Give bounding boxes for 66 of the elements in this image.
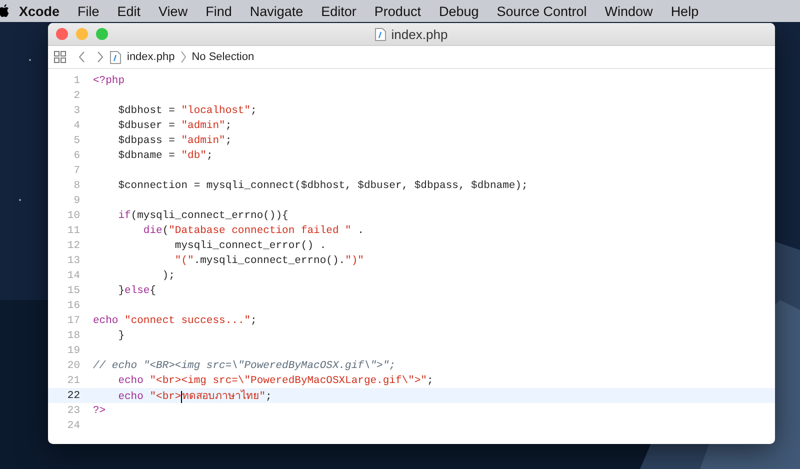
line-number: 9 (72, 194, 80, 206)
line-number: 12 (66, 240, 80, 252)
file-crumb[interactable]: index.php (127, 51, 175, 63)
line-number: 16 (66, 300, 80, 312)
menu-item[interactable]: Edit (108, 4, 150, 18)
line-number: 10 (66, 210, 80, 222)
zoom-button[interactable] (96, 28, 108, 40)
chevron-icon (180, 51, 186, 63)
menu-item[interactable]: Editor (312, 4, 366, 18)
line-number: 24 (66, 420, 80, 432)
file-icon (375, 28, 386, 40)
code-line: ?> (93, 404, 106, 416)
menu-item[interactable]: Find (196, 4, 241, 18)
code-line: mysqli_connect_error() . (174, 240, 326, 252)
line-number: 20 (66, 360, 80, 372)
code-line: echo "<br>ทดสอบภาษาไทย"; (117, 388, 272, 404)
code-line: "(".mysqli_connect_errno().")" (174, 254, 364, 266)
code-line: $dbhost = "localhost"; (117, 104, 257, 116)
code-line: $connection = mysqli_connect($dbhost, $dbuser, $dbpass, $dbname); (117, 180, 528, 192)
code-line: $dbname = "db"; (117, 150, 213, 162)
window-title: index.php (391, 26, 448, 42)
line-number: 18 (66, 330, 80, 342)
code-line: if(mysqli_connect_errno()){ (117, 210, 288, 222)
line-number: 5 (72, 134, 80, 146)
line-number: 8 (72, 180, 80, 192)
menu-item[interactable]: View (150, 4, 197, 18)
code-line: } (117, 330, 125, 342)
line-number: 14 (66, 270, 80, 282)
line-number: 1 (72, 74, 80, 86)
code-line: $dbuser = "admin"; (117, 120, 232, 132)
code-line: }else{ (117, 284, 156, 296)
forward-icon[interactable] (96, 51, 104, 63)
line-number: 3 (72, 104, 80, 116)
menu-item[interactable]: Product (365, 4, 430, 18)
code-line: <?php (93, 74, 125, 86)
menu-item[interactable]: Window (596, 4, 662, 18)
back-icon[interactable] (78, 51, 86, 63)
menu-item[interactable]: File (68, 4, 108, 18)
line-number: 22 (66, 390, 80, 402)
line-number: 13 (66, 254, 80, 266)
code-line: echo "connect success..."; (93, 314, 257, 326)
line-number: 11 (66, 224, 80, 236)
line-number: 15 (66, 284, 80, 296)
menu-item[interactable]: Debug (430, 4, 488, 18)
code-line: die("Database connection failed " . (142, 224, 364, 236)
menu-item[interactable]: Help (662, 4, 708, 18)
line-number: 6 (72, 150, 80, 162)
line-number: 7 (72, 164, 80, 176)
close-button[interactable] (56, 28, 68, 40)
code-line: // echo "<BR><img src=\"PoweredByMacOSX.gif\">"; (93, 360, 396, 372)
code-line: ); (161, 270, 175, 282)
menu-item[interactable]: Navigate (240, 4, 312, 18)
grid-icon[interactable] (54, 51, 66, 63)
selection-crumb[interactable]: No Selection (192, 51, 254, 63)
code-line: echo "<br><img src=\"PoweredByMacOSXLarge.gif\">"; (117, 374, 434, 386)
line-number: 21 (66, 374, 80, 386)
code-line: $dbpass = "admin"; (117, 134, 232, 146)
line-number: 19 (66, 344, 80, 356)
apple-logo-icon[interactable] (0, 4, 10, 18)
app-menu[interactable]: Xcode (10, 4, 69, 18)
file-icon (110, 50, 121, 64)
line-number: 23 (66, 404, 80, 416)
line-number: 2 (72, 90, 80, 102)
line-number: 4 (72, 120, 80, 132)
menu-item[interactable]: Source Control (488, 4, 596, 18)
line-number: 17 (66, 314, 80, 326)
